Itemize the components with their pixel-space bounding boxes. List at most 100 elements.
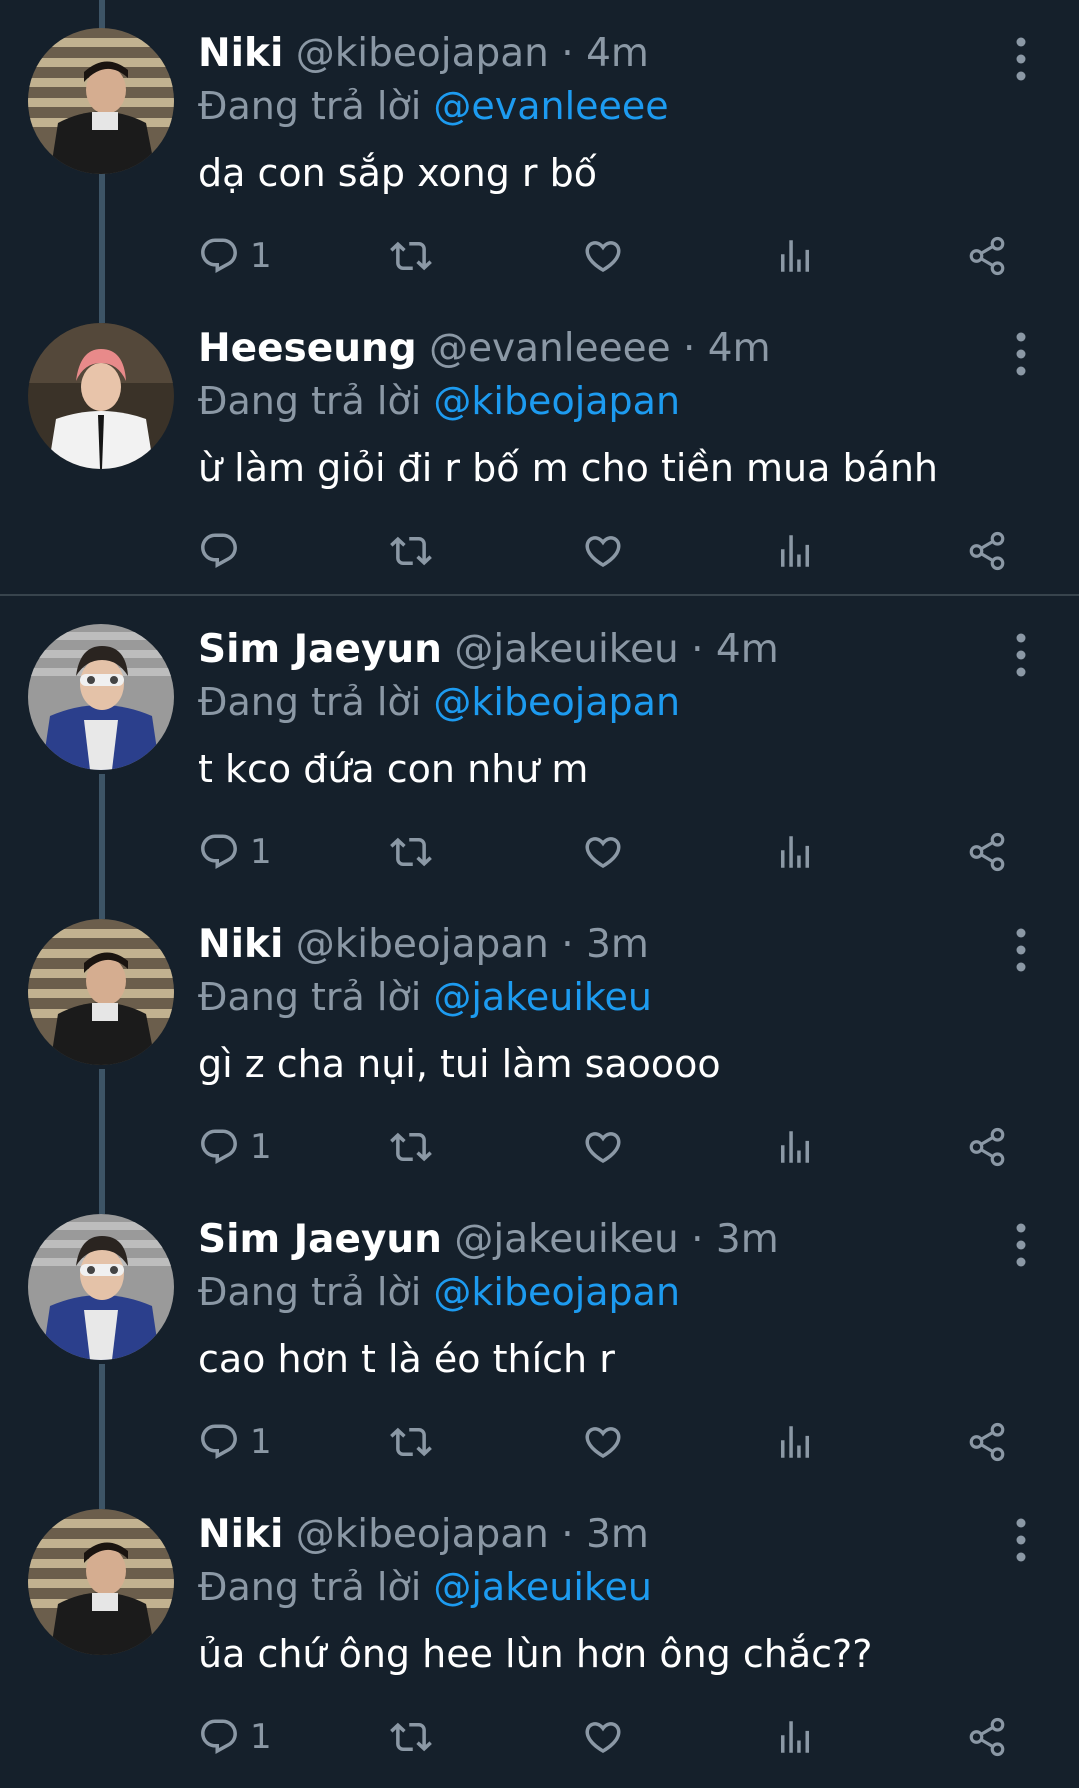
views-icon — [781, 1426, 809, 1458]
tweet-0[interactable]: Niki @kibeojapan · 4m Đang trả lời @evan… — [0, 0, 1079, 295]
more-options-button[interactable] — [1006, 925, 1036, 975]
mention-link[interactable]: @evanleeee — [433, 84, 668, 128]
avatar-jaeyun[interactable] — [28, 1214, 174, 1360]
like-button[interactable] — [582, 523, 624, 579]
like-icon — [585, 1722, 621, 1754]
mention-link[interactable]: @kibeojapan — [433, 1270, 680, 1314]
tweet-header: Heeseung @evanleeee · 4m — [198, 321, 771, 377]
like-button[interactable] — [582, 1119, 624, 1175]
share-button[interactable] — [966, 1414, 1008, 1470]
reply-button[interactable]: 1 — [198, 1119, 272, 1175]
retweet-button[interactable] — [390, 824, 432, 880]
share-button[interactable] — [966, 1709, 1008, 1765]
user-handle[interactable]: @kibeojapan — [296, 922, 549, 967]
reply-button[interactable] — [198, 523, 250, 579]
views-button[interactable] — [774, 523, 816, 579]
avatar-niki[interactable] — [28, 919, 174, 1065]
avatar-niki[interactable] — [28, 1509, 174, 1655]
views-icon — [781, 240, 809, 272]
views-button[interactable] — [774, 1119, 816, 1175]
tweet-actions: 1 — [198, 228, 1028, 284]
views-button[interactable] — [774, 1709, 816, 1765]
display-name[interactable]: Sim Jaeyun — [198, 1217, 442, 1262]
reply-button[interactable]: 1 — [198, 1709, 272, 1765]
reply-button[interactable]: 1 — [198, 824, 272, 880]
share-button[interactable] — [966, 824, 1008, 880]
user-handle[interactable]: @jakeuikeu — [454, 1217, 678, 1262]
replying-to: Đang trả lời @kibeojapan — [198, 1264, 680, 1320]
reply-icon — [201, 1129, 237, 1164]
reply-button[interactable]: 1 — [198, 228, 272, 284]
avatar-heeseung[interactable] — [28, 323, 174, 469]
user-handle[interactable]: @kibeojapan — [296, 31, 549, 76]
views-button[interactable] — [774, 824, 816, 880]
timestamp[interactable]: 3m — [586, 1512, 649, 1557]
display-name[interactable]: Heeseung — [198, 326, 417, 371]
replying-to: Đang trả lời @jakeuikeu — [198, 969, 652, 1025]
display-name[interactable]: Niki — [198, 1512, 283, 1557]
like-button[interactable] — [582, 1709, 624, 1765]
user-handle[interactable]: @kibeojapan — [296, 1512, 549, 1557]
tweet-actions: 1 — [198, 1709, 1028, 1765]
display-name[interactable]: Niki — [198, 31, 283, 76]
mention-link[interactable]: @jakeuikeu — [433, 975, 652, 1019]
thread-line — [99, 1364, 105, 1481]
tweet-actions: 1 — [198, 824, 1028, 880]
more-options-button[interactable] — [1006, 34, 1036, 84]
views-button[interactable] — [774, 228, 816, 284]
timestamp[interactable]: 4m — [716, 627, 779, 672]
share-icon — [969, 1717, 1005, 1757]
tweet-4[interactable]: Sim Jaeyun @jakeuikeu · 3m Đang trả lời … — [0, 1186, 1079, 1481]
timestamp[interactable]: 3m — [716, 1217, 779, 1262]
share-button[interactable] — [966, 228, 1008, 284]
tweet-1[interactable]: Heeseung @evanleeee · 4m Đang trả lời @k… — [0, 295, 1079, 590]
reply-count: 1 — [250, 832, 272, 872]
more-options-button[interactable] — [1006, 630, 1036, 680]
separator-dot: · — [691, 627, 704, 672]
more-icon — [1016, 332, 1026, 376]
reply-icon — [201, 834, 237, 869]
user-handle[interactable]: @jakeuikeu — [454, 627, 678, 672]
display-name[interactable]: Niki — [198, 922, 283, 967]
more-options-button[interactable] — [1006, 1220, 1036, 1270]
retweet-icon — [390, 241, 432, 271]
views-button[interactable] — [774, 1414, 816, 1470]
more-options-button[interactable] — [1006, 1515, 1036, 1565]
like-button[interactable] — [582, 824, 624, 880]
retweet-button[interactable] — [390, 1119, 432, 1175]
share-icon — [969, 236, 1005, 276]
reply-button[interactable]: 1 — [198, 1414, 272, 1470]
tweet-actions: 1 — [198, 1414, 1028, 1470]
reply-count: 1 — [250, 1127, 272, 1167]
mention-link[interactable]: @kibeojapan — [433, 379, 680, 423]
mention-link[interactable]: @jakeuikeu — [433, 1565, 652, 1609]
avatar-niki[interactable] — [28, 28, 174, 174]
display-name[interactable]: Sim Jaeyun — [198, 627, 442, 672]
tweet-5[interactable]: Niki @kibeojapan · 3m Đang trả lời @jake… — [0, 1481, 1079, 1788]
reply-count: 1 — [250, 1422, 272, 1462]
retweet-button[interactable] — [390, 228, 432, 284]
timestamp[interactable]: 4m — [586, 31, 649, 76]
timestamp[interactable]: 3m — [586, 922, 649, 967]
like-button[interactable] — [582, 228, 624, 284]
more-options-button[interactable] — [1006, 329, 1036, 379]
retweet-button[interactable] — [390, 523, 432, 579]
tweet-2[interactable]: Sim Jaeyun @jakeuikeu · 4m Đang trả lời … — [0, 596, 1079, 891]
views-icon — [781, 1721, 809, 1753]
like-button[interactable] — [582, 1414, 624, 1470]
avatar-jaeyun[interactable] — [28, 624, 174, 770]
like-icon — [585, 1132, 621, 1164]
mention-link[interactable]: @kibeojapan — [433, 680, 680, 724]
tweet-text: cao hơn t là éo thích r — [198, 1337, 615, 1381]
thread-line — [99, 891, 105, 919]
share-button[interactable] — [966, 1119, 1008, 1175]
tweet-header: Niki @kibeojapan · 4m — [198, 26, 649, 82]
user-handle[interactable]: @evanleeee — [429, 326, 671, 371]
more-icon — [1016, 1518, 1026, 1562]
tweet-3[interactable]: Niki @kibeojapan · 3m Đang trả lời @jake… — [0, 891, 1079, 1186]
share-button[interactable] — [966, 523, 1008, 579]
timestamp[interactable]: 4m — [708, 326, 771, 371]
retweet-icon — [390, 837, 432, 867]
retweet-button[interactable] — [390, 1414, 432, 1470]
retweet-button[interactable] — [390, 1709, 432, 1765]
